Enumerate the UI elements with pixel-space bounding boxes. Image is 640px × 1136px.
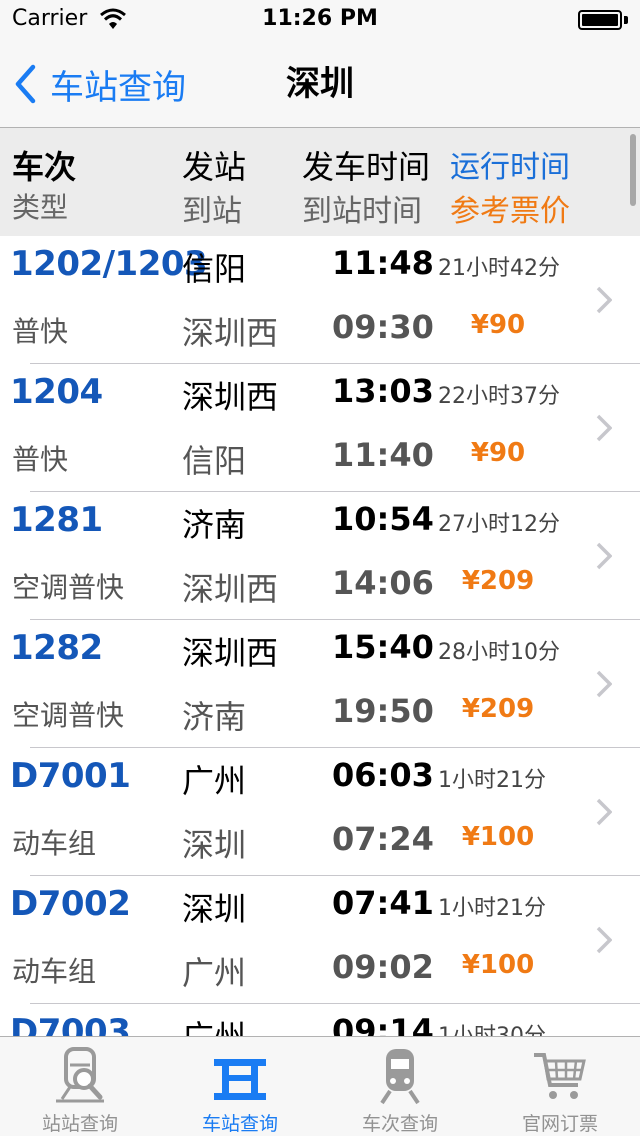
train-type: 普快	[12, 315, 69, 348]
to-station: 深圳	[182, 826, 247, 864]
chevron-right-icon	[596, 542, 612, 570]
arrive-time: 14:06	[332, 564, 434, 602]
chevron-right-icon	[596, 286, 612, 314]
tab-station[interactable]: 车站查询	[160, 1037, 320, 1136]
train-number: D7002	[10, 884, 131, 924]
ticket-price: ¥209	[461, 566, 535, 596]
train-number: 1282	[10, 628, 103, 668]
train-list: 1202/1203 普快 信阳 深圳西 11:48 09:30 21小时42分 …	[0, 236, 640, 1036]
list-item[interactable]: 1204 普快 深圳西 信阳 13:03 11:40 22小时37分 ¥90	[0, 364, 640, 492]
train-number: 1281	[10, 500, 103, 540]
run-duration: 1小时21分	[438, 896, 546, 921]
run-duration: 22小时37分	[438, 384, 560, 409]
arrive-time: 11:40	[332, 436, 434, 474]
train-type: 普快	[12, 443, 69, 476]
battery-icon	[578, 10, 622, 30]
header-price: 参考票价	[450, 194, 570, 229]
depart-time: 15:40	[332, 628, 434, 666]
to-station: 广州	[182, 954, 247, 992]
ticket-price: ¥90	[470, 310, 526, 340]
depart-time: 09:14	[332, 1012, 434, 1036]
run-duration: 21小时42分	[438, 256, 560, 281]
train-type: 动车组	[12, 827, 97, 860]
header-train-no: 车次	[12, 148, 77, 186]
depart-time: 11:48	[332, 244, 434, 282]
from-station: 广州	[182, 762, 247, 800]
list-item[interactable]: 1281 空调普快 济南 深圳西 10:54 14:06 27小时12分 ¥20…	[0, 492, 640, 620]
chevron-right-icon	[596, 414, 612, 442]
tab-label: 车次查询	[361, 1113, 438, 1135]
train-icon	[380, 1049, 420, 1105]
tab-label: 官网订票	[521, 1113, 598, 1135]
header-arrive: 到站时间	[302, 194, 422, 229]
tab-station-to-station[interactable]: 站站查询	[0, 1037, 160, 1136]
arrive-time: 09:02	[332, 948, 434, 986]
navigation-bar: 车站查询 深圳	[0, 40, 640, 128]
header-to: 到站	[182, 194, 242, 229]
train-type: 动车组	[12, 955, 97, 988]
to-station: 深圳西	[182, 314, 279, 352]
header-depart: 发车时间	[302, 148, 431, 186]
depart-time: 06:03	[332, 756, 434, 794]
ticket-price: ¥100	[461, 822, 535, 852]
list-item[interactable]: D7002 动车组 深圳 广州 07:41 09:02 1小时21分 ¥100	[0, 876, 640, 1004]
train-number: D7001	[10, 756, 131, 796]
run-duration: 1小时21分	[438, 768, 546, 793]
ticket-price: ¥209	[461, 694, 535, 724]
header-duration: 运行时间	[450, 150, 570, 185]
column-header: 车次 类型 发站 到站 发车时间 到站时间 运行时间 参考票价	[0, 128, 640, 236]
tab-bar: 站站查询 车站查询 车次查询 官网订票	[0, 1036, 640, 1136]
from-station: 深圳	[182, 890, 247, 928]
header-type: 类型	[12, 191, 69, 224]
depart-time: 13:03	[332, 372, 434, 410]
run-duration: 1小时30分	[438, 1018, 546, 1036]
shopping-cart-icon	[534, 1053, 586, 1099]
arrive-time: 07:24	[332, 820, 434, 858]
arrive-time: 09:30	[332, 308, 434, 346]
train-type: 空调普快	[12, 571, 125, 604]
run-duration: 27小时12分	[438, 512, 560, 537]
depart-time: 10:54	[332, 500, 434, 538]
list-item[interactable]: 1202/1203 普快 信阳 深圳西 11:48 09:30 21小时42分 …	[0, 236, 640, 364]
station-to-station-icon	[56, 1047, 104, 1103]
station-icon	[214, 1059, 266, 1100]
header-from: 发站	[182, 148, 247, 186]
run-duration: 28小时10分	[438, 640, 560, 665]
from-station: 广州	[182, 1012, 246, 1036]
from-station: 深圳西	[182, 378, 279, 416]
chevron-right-icon	[596, 798, 612, 826]
tab-label: 站站查询	[41, 1113, 118, 1135]
list-item[interactable]: D7001 动车组 广州 深圳 06:03 07:24 1小时21分 ¥100	[0, 748, 640, 876]
depart-time: 07:41	[332, 884, 434, 922]
from-station: 济南	[182, 506, 247, 544]
list-item[interactable]: D7003 广州 09:14 1小时30分	[0, 1004, 640, 1036]
page-title: 深圳	[286, 64, 354, 104]
ticket-price: ¥100	[461, 950, 535, 980]
to-station: 信阳	[182, 442, 247, 480]
battery-tip	[624, 16, 628, 24]
scroll-indicator	[630, 134, 636, 206]
train-number: D7003	[10, 1012, 131, 1036]
tab-official-booking[interactable]: 官网订票	[480, 1037, 640, 1136]
tab-train-number[interactable]: 车次查询	[320, 1037, 480, 1136]
list-item[interactable]: 1282 空调普快 深圳西 济南 15:40 19:50 28小时10分 ¥20…	[0, 620, 640, 748]
train-number: 1204	[10, 372, 103, 412]
from-station: 深圳西	[182, 634, 279, 672]
chevron-right-icon	[596, 926, 612, 954]
from-station: 信阳	[182, 250, 247, 288]
status-bar: Carrier 11:26 PM	[0, 0, 640, 40]
ticket-price: ¥90	[470, 438, 526, 468]
tab-label: 车站查询	[201, 1113, 278, 1135]
to-station: 深圳西	[182, 570, 279, 608]
train-type: 空调普快	[12, 699, 125, 732]
chevron-right-icon	[596, 670, 612, 698]
status-clock: 11:26 PM	[262, 6, 378, 31]
arrive-time: 19:50	[332, 692, 434, 730]
to-station: 济南	[182, 698, 247, 736]
train-number: 1202/1203	[10, 244, 208, 284]
